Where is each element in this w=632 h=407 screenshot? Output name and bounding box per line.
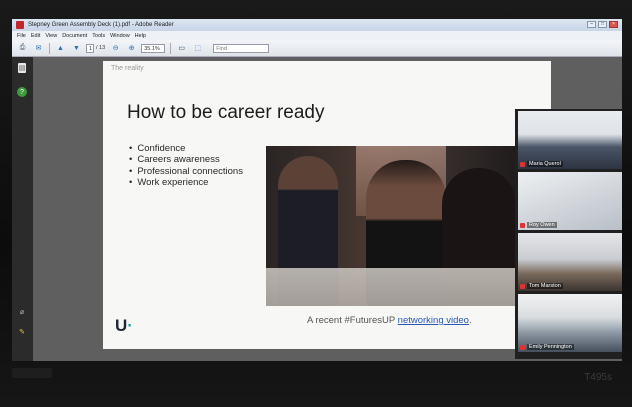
prev-page-icon[interactable]: ▲ (55, 43, 66, 54)
next-page-icon[interactable]: ▼ (71, 43, 82, 54)
participant-name-tag: Emily Pennington (520, 344, 574, 350)
bullet-item: Careers awareness (129, 154, 243, 165)
monitor-model-label: T495s (584, 372, 612, 383)
minimize-button[interactable]: – (587, 21, 596, 28)
toolbar-separator (170, 42, 172, 54)
slide-caption: A recent #FuturesUP networking video. (307, 315, 472, 326)
bullet-item: Confidence (129, 143, 243, 154)
close-button[interactable]: × (609, 21, 618, 28)
participant-tile[interactable]: Tom Marston (518, 233, 622, 291)
participant-name-tag: Maria Querol (520, 161, 563, 167)
menu-help[interactable]: Help (135, 33, 146, 39)
menu-document[interactable]: Document (62, 33, 87, 39)
zoom-level-select[interactable]: 35.1% (141, 43, 166, 53)
print-icon[interactable]: ⎙ (17, 43, 28, 54)
participant-name: Maria Querol (527, 161, 563, 167)
help-icon[interactable]: ? (17, 87, 27, 97)
screen: Stepney Green Assembly Deck (1).pdf - Ad… (12, 19, 622, 361)
slide-title: How to be career ready (127, 102, 325, 123)
participant-tile[interactable]: Roy Owen (518, 172, 622, 230)
bullet-item: Work experience (129, 177, 243, 188)
window-titlebar: Stepney Green Assembly Deck (1).pdf - Ad… (12, 19, 622, 31)
mic-muted-icon (520, 161, 525, 167)
fit-page-icon[interactable]: ▭ (176, 43, 187, 54)
participant-tile[interactable]: Emily Pennington (518, 294, 622, 352)
bullet-list: Confidence Careers awareness Professiona… (129, 143, 243, 188)
caption-text: A recent #FuturesUP (307, 315, 398, 326)
slide-header: The reality (111, 65, 144, 72)
logo-dot: · (127, 316, 133, 335)
participant-name: Emily Pennington (527, 344, 574, 350)
document-area[interactable]: The reality How to be career ready Confi… (33, 57, 622, 361)
window-controls: – □ × (587, 21, 618, 28)
bullet-item: Professional connections (129, 166, 243, 177)
page-number-input[interactable]: 1 (86, 43, 94, 53)
futuresup-logo: U· (115, 316, 133, 336)
menu-bar: File Edit View Document Tools Window Hel… (12, 31, 622, 40)
menu-tools[interactable]: Tools (92, 33, 105, 39)
menu-edit[interactable]: Edit (31, 33, 40, 39)
window-title: Stepney Green Assembly Deck (1).pdf - Ad… (28, 22, 174, 28)
slide-page: The reality How to be career ready Confi… (103, 61, 551, 349)
participant-tile[interactable]: Maria Querol (518, 111, 622, 169)
participant-name: Roy Owen (527, 222, 557, 228)
select-tool-icon[interactable]: ⬚ (192, 43, 203, 54)
networking-video-link[interactable]: networking video (398, 315, 469, 326)
adobe-reader-icon (16, 21, 24, 29)
menu-window[interactable]: Window (110, 33, 130, 39)
zoom-out-icon[interactable]: ⊖ (110, 43, 121, 54)
pages-panel-icon[interactable]: ▤ (18, 63, 26, 73)
comment-icon[interactable]: ✎ (17, 327, 27, 337)
mic-muted-icon (520, 222, 525, 228)
menu-file[interactable]: File (17, 33, 26, 39)
toolbar: ⎙ ✉ ▲ ▼ 1 / 13 ⊖ ⊕ 35.1% ▭ ⬚ Find (12, 40, 622, 57)
mic-muted-icon (520, 283, 525, 289)
attachment-icon[interactable]: ⌀ (17, 307, 27, 317)
caption-suffix: . (468, 315, 472, 326)
find-input[interactable]: Find (213, 43, 270, 53)
zoom-in-icon[interactable]: ⊕ (126, 43, 137, 54)
mic-muted-icon (520, 344, 525, 350)
participant-name: Tom Marston (527, 283, 563, 289)
video-participants-panel: Maria Querol Roy Owen Tom Marston Emily … (515, 109, 622, 359)
logo-letter: U (115, 316, 128, 335)
email-icon[interactable]: ✉ (33, 43, 44, 54)
toolbar-separator (49, 42, 50, 54)
participant-name-tag: Roy Owen (520, 222, 557, 228)
page-total-label: / 13 (96, 45, 106, 51)
menu-view[interactable]: View (45, 33, 57, 39)
monitor-brand-plate (12, 368, 52, 378)
photo-table (266, 268, 516, 306)
maximize-button[interactable]: □ (598, 21, 607, 28)
networking-photo (266, 146, 516, 306)
participant-name-tag: Tom Marston (520, 283, 563, 289)
navigation-panel: ▤ ? ⌀ ✎ (12, 57, 33, 361)
